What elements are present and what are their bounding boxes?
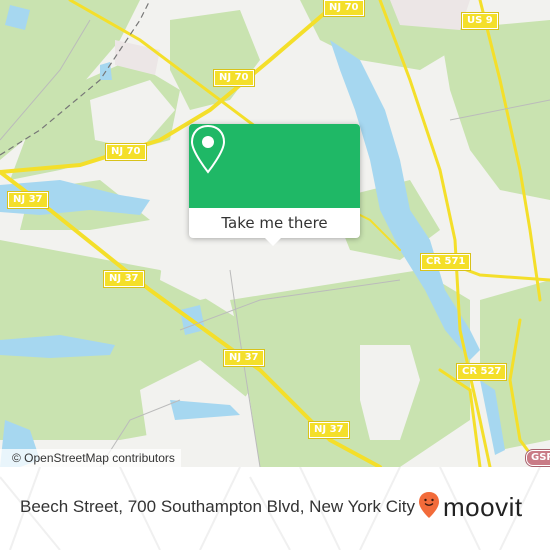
take-me-there-button[interactable]: Take me there <box>189 208 360 238</box>
moovit-pin-icon <box>418 491 440 523</box>
moovit-logo[interactable]: moovit <box>418 491 523 523</box>
moovit-wordmark: moovit <box>443 491 523 522</box>
address-text: Beech Street, 700 Southampton Blvd, New … <box>20 497 416 516</box>
location-popup: Take me there <box>189 124 360 246</box>
road-label-gsp: GSP <box>525 449 550 467</box>
road-label-nj37: NJ 37 <box>308 421 350 439</box>
map-attribution[interactable]: © OpenStreetMap contributors <box>0 449 181 467</box>
road-label-nj37: NJ 37 <box>103 270 145 288</box>
road-label-nj70: NJ 70 <box>323 0 365 17</box>
road-label-cr571: CR 571 <box>419 253 472 271</box>
map[interactable]: NJ 70 NJ 70 NJ 70 US 9 NJ 37 NJ 37 NJ 37… <box>0 0 550 467</box>
popup-tail <box>264 237 282 246</box>
road-label-nj70: NJ 70 <box>105 143 147 161</box>
road-label-nj70: NJ 70 <box>213 69 255 87</box>
road-label-cr527: CR 527 <box>455 363 508 381</box>
road-label-us9: US 9 <box>461 12 499 30</box>
road-label-nj37: NJ 37 <box>7 191 49 209</box>
popup-header <box>189 124 360 208</box>
footer: Beech Street, 700 Southampton Blvd, New … <box>0 467 550 550</box>
road-label-nj37: NJ 37 <box>223 349 265 367</box>
